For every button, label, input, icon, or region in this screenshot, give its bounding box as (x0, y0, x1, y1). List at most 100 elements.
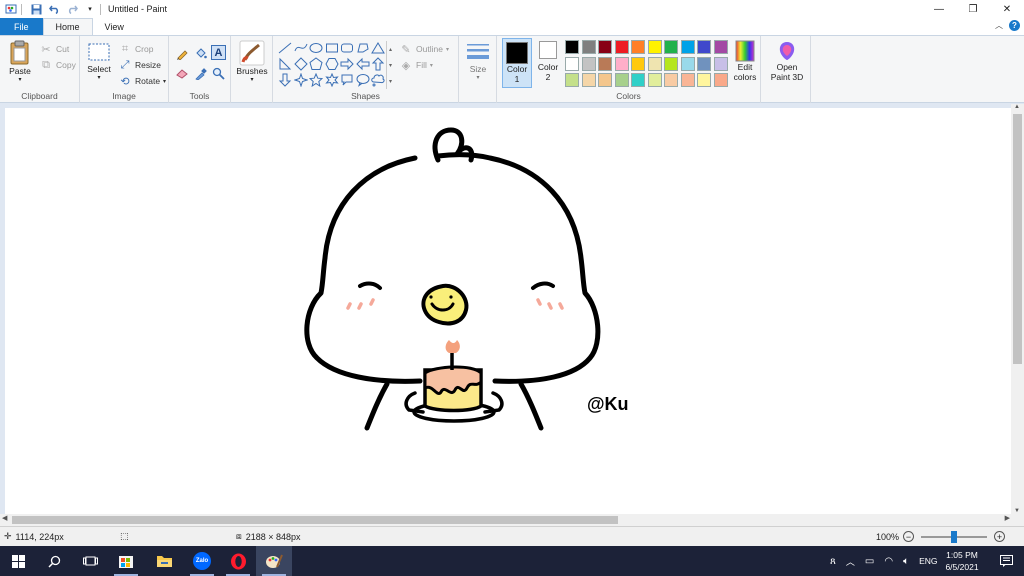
color-swatch[interactable] (614, 56, 629, 71)
oval-shape-icon[interactable] (309, 41, 323, 55)
minimize-button[interactable]: — (922, 0, 956, 18)
color-swatch[interactable] (598, 56, 612, 71)
color-swatch[interactable] (713, 73, 728, 87)
five-point-star-shape-icon[interactable] (309, 73, 323, 87)
save-icon[interactable] (29, 2, 43, 16)
zoom-in-icon[interactable]: + (994, 531, 1006, 542)
rounded-callout-shape-icon[interactable] (340, 73, 354, 87)
tab-file[interactable]: File (0, 18, 43, 35)
outline-button[interactable]: ✎ Outline ▾ (399, 42, 449, 56)
vertical-scrollbar[interactable]: ▲ ▼ (1011, 104, 1024, 514)
color-swatch[interactable] (680, 40, 695, 54)
text-tool-icon[interactable]: A (211, 45, 226, 60)
customize-dropdown-icon[interactable]: ▾ (83, 2, 97, 16)
pentagon-shape-icon[interactable] (309, 57, 323, 71)
diamond-shape-icon[interactable] (293, 57, 308, 71)
oval-callout-shape-icon[interactable] (356, 73, 370, 87)
close-button[interactable]: ✕ (990, 0, 1024, 18)
expand-gallery-icon[interactable]: ▾ (389, 78, 392, 85)
color-swatch[interactable] (598, 40, 612, 54)
rectangle-shape-icon[interactable] (325, 41, 339, 55)
color-picker-icon[interactable] (193, 66, 207, 80)
restore-button[interactable]: ❐ (956, 0, 990, 18)
fill-bucket-icon[interactable] (193, 46, 207, 60)
color-swatch[interactable] (664, 73, 678, 87)
horizontal-scroll-thumb[interactable] (12, 516, 618, 524)
color-swatch[interactable] (598, 73, 612, 87)
color-swatch[interactable] (614, 40, 629, 54)
vertical-scroll-thumb[interactable] (1013, 114, 1022, 364)
show-hidden-icons[interactable]: ︿ (846, 555, 855, 568)
paste-button[interactable]: Paste ▾ (6, 40, 34, 83)
scroll-right-icon[interactable]: ▶ (1005, 514, 1010, 522)
zoom-out-icon[interactable]: − (903, 531, 915, 542)
paint-taskbar-button[interactable] (256, 546, 292, 576)
color-swatch[interactable] (680, 73, 695, 87)
color-swatch[interactable] (664, 40, 678, 54)
color-swatch[interactable] (697, 56, 711, 71)
color-swatch[interactable] (565, 73, 579, 87)
color-swatch[interactable] (697, 73, 711, 87)
resize-button[interactable]: ⤢ Resize (118, 58, 161, 72)
edit-colors-button[interactable]: Edit colors (731, 40, 759, 82)
rotate-button[interactable]: ⟲ Rotate ▾ (118, 74, 166, 88)
color-swatch[interactable] (713, 40, 728, 54)
polygon-shape-icon[interactable] (356, 41, 370, 55)
six-point-star-shape-icon[interactable] (324, 73, 339, 87)
people-icon[interactable]: ጸ (830, 556, 836, 567)
color2-button[interactable]: Color 2 (535, 41, 561, 82)
opera-button[interactable] (220, 546, 256, 576)
scroll-down-icon[interactable]: ▾ (389, 62, 392, 69)
color-swatch[interactable] (680, 56, 695, 71)
magnifier-icon[interactable] (211, 66, 225, 80)
brushes-button[interactable]: Brushes ▾ (236, 40, 268, 83)
right-arrow-shape-icon[interactable] (340, 57, 354, 71)
copy-button[interactable]: ⧉ Copy (39, 58, 76, 72)
tab-view[interactable]: View (93, 18, 136, 35)
horizontal-scrollbar[interactable]: ◀ ▶ (0, 514, 1024, 526)
color-swatch[interactable] (647, 40, 662, 54)
color-swatch[interactable] (697, 40, 711, 54)
color-swatch[interactable] (631, 40, 645, 54)
color-swatch[interactable] (647, 73, 662, 87)
redo-icon[interactable] (65, 2, 79, 16)
clock[interactable]: 1:05 PM 6/5/2021 (938, 546, 986, 576)
color-swatch[interactable] (565, 56, 579, 71)
color-swatch[interactable] (581, 73, 596, 87)
undo-icon[interactable] (47, 2, 61, 16)
triangle-shape-icon[interactable] (371, 41, 385, 55)
color-swatch[interactable] (631, 73, 645, 87)
start-button[interactable] (0, 546, 36, 576)
color-swatch[interactable] (581, 40, 596, 54)
right-triangle-shape-icon[interactable] (278, 57, 292, 71)
paint-app-icon[interactable] (4, 2, 18, 16)
cloud-callout-shape-icon[interactable] (371, 73, 385, 87)
help-icon[interactable]: ? (1009, 20, 1020, 31)
file-explorer-button[interactable] (146, 546, 182, 576)
color-swatch[interactable] (581, 56, 596, 71)
scroll-up-icon[interactable]: ▴ (389, 46, 392, 53)
shapes-scroll[interactable]: ▴ ▾ ▾ (386, 41, 394, 89)
scroll-up-icon[interactable]: ▲ (1014, 104, 1020, 110)
hexagon-shape-icon[interactable] (324, 57, 339, 71)
task-view-button[interactable] (72, 546, 108, 576)
scroll-left-icon[interactable]: ◀ (2, 514, 7, 522)
tab-home[interactable]: Home (42, 18, 93, 35)
notifications-button[interactable] (988, 546, 1024, 576)
select-button[interactable]: Select ▾ (85, 42, 113, 81)
size-button[interactable]: Size ▾ (463, 42, 493, 81)
zalo-button[interactable]: Zalo (184, 546, 220, 576)
language-indicator[interactable]: ENG (919, 556, 937, 566)
color-swatch[interactable] (713, 56, 728, 71)
collapse-ribbon-icon[interactable]: ︿ (995, 20, 1003, 31)
zoom-slider[interactable] (921, 530, 988, 543)
battery-icon[interactable]: ▭ (865, 556, 874, 567)
four-point-star-shape-icon[interactable] (293, 73, 308, 87)
pencil-icon[interactable] (175, 46, 189, 60)
color-swatch[interactable] (647, 56, 662, 71)
zoom-slider-thumb[interactable] (951, 530, 958, 543)
color-swatch[interactable] (614, 73, 629, 87)
cut-button[interactable]: ✂ Cut (39, 42, 69, 56)
eraser-icon[interactable] (175, 66, 189, 80)
up-arrow-shape-icon[interactable] (371, 57, 385, 71)
